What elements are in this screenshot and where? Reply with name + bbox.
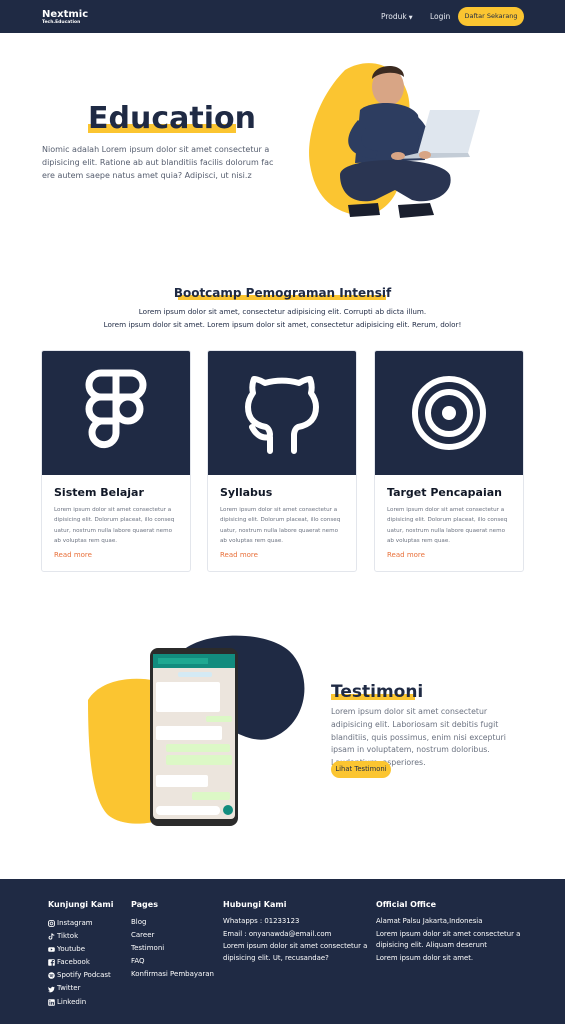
navbar: Nextmic Tech.Education Produk ▼ Login Daf… <box>0 0 565 33</box>
footer-link-facebook[interactable]: Facebook <box>48 956 111 969</box>
brand-name: Nextmic <box>42 9 89 20</box>
card-media <box>42 351 190 475</box>
hero-title: Education <box>88 101 256 136</box>
brand-logo[interactable]: Nextmic Tech.Education <box>42 10 88 26</box>
footer-link-spotify[interactable]: Spotify Podcast <box>48 969 111 982</box>
footer-whatsapp: Whatapps : 01233123 <box>223 917 300 925</box>
bootcamp-subtitle-line-1: Lorem ipsum dolor sit amet, consectetur … <box>138 307 427 316</box>
footer-hubungi-title: Hubungi Kami <box>223 900 287 909</box>
card-sistem-belajar: Sistem Belajar Lorem ipsum dolor sit ame… <box>41 350 191 572</box>
footer-link-label: Instagram <box>57 919 93 927</box>
footer-email: Email : onyanawda@email.com <box>223 929 332 938</box>
read-more-link[interactable]: Read more <box>387 551 425 559</box>
footer-office-description-1: Lorem ipsum dolor sit amet consectetur a… <box>376 929 521 950</box>
footer-pages-title: Pages <box>131 900 158 909</box>
footer: Kunjungi Kami Instagram Tiktok Youtube F… <box>0 879 565 1024</box>
card-description: Lorem ipsum dolor sit amet consectetur a… <box>54 507 175 545</box>
footer-link-twitter[interactable]: Twitter <box>48 982 111 995</box>
footer-link-label: Spotify Podcast <box>57 971 111 980</box>
footer-kunjungi-title: Kunjungi Kami <box>48 900 114 909</box>
spotify-icon <box>48 972 55 980</box>
github-icon <box>245 375 319 454</box>
bootcamp-title: Bootcamp Pemograman Intensif <box>173 286 392 300</box>
card-media <box>375 351 523 475</box>
lihat-testimoni-button[interactable]: Lihat Testimoni <box>331 761 391 778</box>
figma-icon <box>85 369 147 449</box>
footer-office-title: Official Office <box>376 900 437 909</box>
bootcamp-subtitle: Lorem ipsum dolor sit amet, consectetur … <box>0 305 565 331</box>
target-icon <box>412 376 486 450</box>
youtube-icon <box>48 946 55 953</box>
card-syllabus: Syllabus Lorem ipsum dolor sit amet cons… <box>207 350 357 572</box>
read-more-link[interactable]: Read more <box>54 551 92 559</box>
card-target-pencapaian: Target Pencapaian Lorem ipsum dolor sit … <box>374 350 524 572</box>
card-title: Sistem Belajar <box>54 486 144 499</box>
footer-link-career[interactable]: Career <box>131 929 214 942</box>
hero-description: Niomic adalah Lorem ipsum dolor sit amet… <box>42 145 274 180</box>
card-title: Target Pencapaian <box>387 486 502 499</box>
brand-tagline: Tech.Education <box>42 20 81 25</box>
footer-link-youtube[interactable]: Youtube <box>48 943 111 956</box>
twitter-icon <box>48 986 55 993</box>
footer-office-address: Alamat Palsu Jakarta,Indonesia <box>376 917 483 925</box>
footer-hubungi-list: Whatapps : 01233123 Email : onyanawda@em… <box>223 916 371 966</box>
caret-down-icon: ▼ <box>408 15 413 21</box>
footer-pages-list: Blog Career Testimoni FAQ Konfirmasi Pem… <box>131 916 214 981</box>
footer-link-faq[interactable]: FAQ <box>131 955 214 968</box>
footer-link-label: Youtube <box>57 945 85 954</box>
nav-login-link[interactable]: Login <box>430 12 450 21</box>
read-more-link[interactable]: Read more <box>220 551 258 559</box>
testimoni-title: Testimoni <box>331 682 424 702</box>
linkedin-icon <box>48 998 55 1006</box>
card-media <box>208 351 356 475</box>
footer-office-description-2: Lorem ipsum dolor sit amet. <box>376 953 474 962</box>
tiktok-icon <box>48 933 55 940</box>
footer-link-testimoni[interactable]: Testimoni <box>131 942 214 955</box>
footer-link-tiktok[interactable]: Tiktok <box>48 930 111 943</box>
facebook-icon <box>48 959 55 967</box>
footer-link-linkedin[interactable]: Linkedin <box>48 996 111 1009</box>
footer-office-list: Alamat Palsu Jakarta,Indonesia Lorem ips… <box>376 916 524 966</box>
instagram-icon <box>48 920 55 927</box>
footer-hubungi-description: Lorem ipsum dolor sit amet consectetur a… <box>223 942 368 962</box>
footer-link-instagram[interactable]: Instagram <box>48 917 111 930</box>
footer-link-label: Linkedin <box>57 997 87 1006</box>
nav-produk-dropdown[interactable]: Produk ▼ <box>381 12 413 21</box>
footer-link-label: Twitter <box>57 984 81 993</box>
card-title: Syllabus <box>220 486 273 499</box>
daftar-sekarang-button[interactable]: Daftar Sekarang <box>458 7 524 26</box>
hero-illustration <box>309 63 480 218</box>
testimoni-phone-illustration <box>88 635 305 826</box>
footer-link-label: Facebook <box>57 958 90 967</box>
footer-link-konfirmasi-pembayaran[interactable]: Konfirmasi Pembayaran <box>131 968 214 981</box>
card-description: Lorem ipsum dolor sit amet consectetur a… <box>220 507 341 545</box>
footer-social-list: Instagram Tiktok Youtube Facebook Spotif… <box>48 917 111 1009</box>
bootcamp-subtitle-line-2: Lorem ipsum dolor sit amet. Lorem ipsum … <box>103 320 462 329</box>
card-description: Lorem ipsum dolor sit amet consectetur a… <box>387 507 508 545</box>
nav-produk-label: Produk <box>381 12 407 21</box>
footer-link-blog[interactable]: Blog <box>131 916 214 929</box>
footer-link-label: Tiktok <box>57 932 79 941</box>
